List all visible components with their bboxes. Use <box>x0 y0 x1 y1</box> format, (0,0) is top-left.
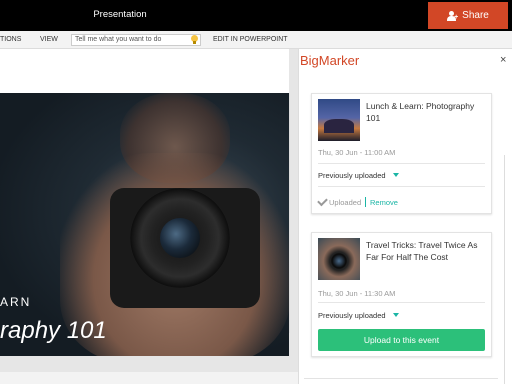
previously-uploaded-toggle[interactable]: Previously uploaded <box>318 171 386 180</box>
panel-title: BigMarker <box>300 53 360 68</box>
slide-heading-large: raphy 101 <box>0 317 107 344</box>
divider <box>318 302 485 303</box>
slide-photo[interactable]: ARN raphy 101 <box>0 93 289 356</box>
slide-top-region <box>0 49 289 93</box>
event-title: Travel Tricks: Travel Twice As Far For H… <box>366 240 478 262</box>
panel-scrollbar[interactable] <box>504 155 512 384</box>
event-thumbnail <box>318 99 360 141</box>
event-date: Thu, 30 Jun - 11:30 AM <box>318 289 396 298</box>
caret-down-icon[interactable] <box>393 313 399 317</box>
remove-link[interactable]: Remove <box>370 198 398 207</box>
slide-heading-small: ARN <box>0 295 32 309</box>
close-icon[interactable]: × <box>500 54 506 66</box>
divider <box>318 163 485 164</box>
separator <box>365 197 366 207</box>
title-bar: Presentation + Share <box>0 0 512 31</box>
tab-animations[interactable]: TIONS <box>0 36 21 43</box>
tell-me-input[interactable]: Tell me what you want to do <box>71 34 201 46</box>
status-strip <box>0 372 298 384</box>
event-thumbnail <box>318 238 360 280</box>
caret-down-icon[interactable] <box>393 173 399 177</box>
window-title: Presentation <box>93 9 147 20</box>
tab-view[interactable]: VIEW <box>40 36 58 43</box>
edit-in-powerpoint-button[interactable]: EDIT IN POWERPOINT <box>213 36 288 43</box>
person-add-icon: + <box>447 10 458 21</box>
uploaded-status: Uploaded <box>329 198 362 207</box>
divider <box>318 186 485 187</box>
previously-uploaded-toggle[interactable]: Previously uploaded <box>318 311 386 320</box>
slide-scrollbar[interactable] <box>289 93 298 333</box>
event-date: Thu, 30 Jun - 11:00 AM <box>318 148 396 157</box>
event-card-partial <box>304 378 498 384</box>
event-title: Lunch & Learn: Photography 101 <box>366 101 475 123</box>
share-button[interactable]: + Share <box>428 2 508 29</box>
share-label: Share <box>462 10 489 21</box>
upload-to-event-button[interactable]: Upload to this event <box>318 329 485 351</box>
lightbulb-icon <box>191 35 198 45</box>
